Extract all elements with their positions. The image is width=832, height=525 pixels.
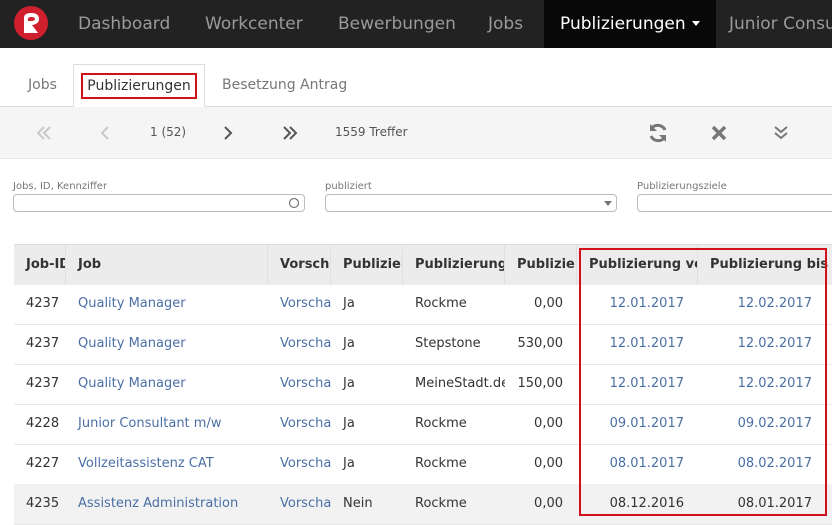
cell-job-link[interactable]: Quality Manager [66, 364, 268, 404]
cell-job-id: 4227 [26, 456, 60, 471]
brand-logo-icon[interactable] [14, 6, 48, 40]
filter-jobs-input[interactable] [13, 194, 305, 212]
cell-ziel: Rockme [415, 456, 467, 471]
col-publizierung-kosten[interactable]: Publizieru [505, 245, 577, 285]
nav-bewerbungen[interactable]: Bewerbungen [338, 0, 456, 48]
cell-von: 09.01.2017 [609, 416, 684, 431]
cell-job-link[interactable]: Junior Consultant m/w [66, 404, 268, 444]
search-icon [288, 197, 300, 209]
cell-job-id: 4237 [26, 336, 60, 351]
filter-publiziert-select[interactable] [325, 194, 617, 212]
tab-bar: Jobs Publizierungen Besetzung Antrag [0, 64, 832, 108]
table-row[interactable]: 4237 Quality Manager Vorscha Ja Rockme 0… [14, 284, 832, 325]
cell-vorschau-link[interactable]: Vorscha [268, 444, 331, 484]
cell-publiziert: Ja [343, 416, 355, 431]
cell-vorschau-link[interactable]: Vorscha [268, 364, 331, 404]
pagination-toolbar: 1 (52) 1559 Treffer [0, 107, 832, 159]
cell-von: 12.01.2017 [609, 296, 684, 311]
cell-ziel: Rockme [415, 296, 467, 311]
cell-bis: 12.02.2017 [737, 376, 812, 391]
cell-job-link[interactable]: Quality Manager [66, 324, 268, 364]
cell-publiziert: Nein [343, 496, 373, 511]
cell-ziel: Stepstone [415, 336, 481, 351]
cell-job-link[interactable]: Assistenz Administration [66, 484, 268, 524]
cell-publiziert: Ja [343, 376, 355, 391]
filter-jobs-label: Jobs, ID, Kennziffer [13, 181, 108, 192]
tab-besetzung-antrag[interactable]: Besetzung Antrag [222, 64, 347, 106]
nav-jobs[interactable]: Jobs [488, 0, 523, 48]
col-vorschau[interactable]: Vorscha [268, 245, 331, 285]
nav-publizierungen[interactable]: Publizierungen [544, 0, 716, 48]
cell-kosten: 0,00 [534, 496, 563, 511]
cell-von: 08.01.2017 [609, 456, 684, 471]
cell-von: 12.01.2017 [609, 336, 684, 351]
cell-publiziert: Ja [343, 336, 355, 351]
filter-publiziert-label: publiziert [325, 181, 372, 192]
col-publizierung-von[interactable]: Publizierung von [577, 245, 698, 285]
cell-job-link[interactable]: Vollzeitassistenz CAT [66, 444, 268, 484]
col-publizierung-ziel[interactable]: Publizierung Z [403, 245, 505, 285]
hit-count: 1559 Treffer [335, 125, 408, 139]
dropdown-arrow-icon [604, 201, 612, 206]
nav-dashboard[interactable]: Dashboard [78, 0, 170, 48]
tab-jobs[interactable]: Jobs [28, 64, 57, 106]
cell-vorschau-link[interactable]: Vorscha [268, 484, 331, 524]
cell-job-link[interactable]: Quality Manager [66, 284, 268, 324]
table-row[interactable]: 4237 Quality Manager Vorscha Ja Stepston… [14, 324, 832, 365]
cell-kosten: 0,00 [534, 416, 563, 431]
cell-bis: 12.02.2017 [737, 296, 812, 311]
nav-junior-consultant[interactable]: Junior Consu [729, 0, 832, 48]
cell-ziel: MeineStadt.de [415, 376, 505, 391]
page-indicator: 1 (52) [150, 125, 187, 139]
table-row[interactable]: 4237 Quality Manager Vorscha Ja MeineSta… [14, 364, 832, 405]
col-job[interactable]: Job [66, 245, 268, 285]
cell-kosten: 150,00 [517, 376, 564, 391]
cell-job-id: 4228 [26, 416, 60, 431]
cell-kosten: 0,00 [534, 456, 563, 471]
cell-kosten: 530,00 [517, 336, 564, 351]
filter-ziele-input[interactable] [637, 194, 832, 212]
table-row[interactable]: 4227 Vollzeitassistenz CAT Vorscha Ja Ro… [14, 444, 832, 485]
cell-publiziert: Ja [343, 456, 355, 471]
cell-bis: 12.02.2017 [737, 336, 812, 351]
cell-bis: 09.02.2017 [737, 416, 812, 431]
table-row[interactable]: 4235 Assistenz Administration Vorscha Ne… [14, 484, 832, 525]
tab-publizierungen[interactable]: Publizierungen [73, 64, 205, 108]
nav-workcenter[interactable]: Workcenter [205, 0, 303, 48]
chevron-down-icon [691, 20, 700, 26]
cell-vorschau-link[interactable]: Vorscha [268, 324, 331, 364]
cell-ziel: Rockme [415, 496, 467, 511]
cell-von: 12.01.2017 [609, 376, 684, 391]
filter-ziele-label: Publizierungsziele [637, 181, 727, 192]
col-publiziert[interactable]: Publiziert [331, 245, 403, 285]
top-navbar: Dashboard Workcenter Bewerbungen Jobs Pu… [0, 0, 832, 48]
tab-publizierungen-label: Publizierungen [81, 73, 197, 99]
cell-publiziert: Ja [343, 296, 355, 311]
cell-von: 08.12.2016 [609, 496, 684, 511]
col-job-id[interactable]: Job-ID [14, 245, 66, 285]
cell-vorschau-link[interactable]: Vorscha [268, 404, 331, 444]
cell-ziel: Rockme [415, 416, 467, 431]
cell-vorschau-link[interactable]: Vorscha [268, 284, 331, 324]
cell-job-id: 4237 [26, 296, 60, 311]
cell-bis: 08.01.2017 [737, 496, 812, 511]
cell-bis: 08.02.2017 [737, 456, 812, 471]
cell-job-id: 4237 [26, 376, 60, 391]
table-header: Job-ID Job Vorscha Publiziert Publizieru… [14, 244, 832, 285]
col-publizierung-bis[interactable]: Publizierung bis [698, 245, 832, 285]
table-row[interactable]: 4228 Junior Consultant m/w Vorscha Ja Ro… [14, 404, 832, 445]
cell-job-id: 4235 [26, 496, 60, 511]
nav-publizierungen-label: Publizierungen [560, 14, 686, 34]
cell-kosten: 0,00 [534, 296, 563, 311]
